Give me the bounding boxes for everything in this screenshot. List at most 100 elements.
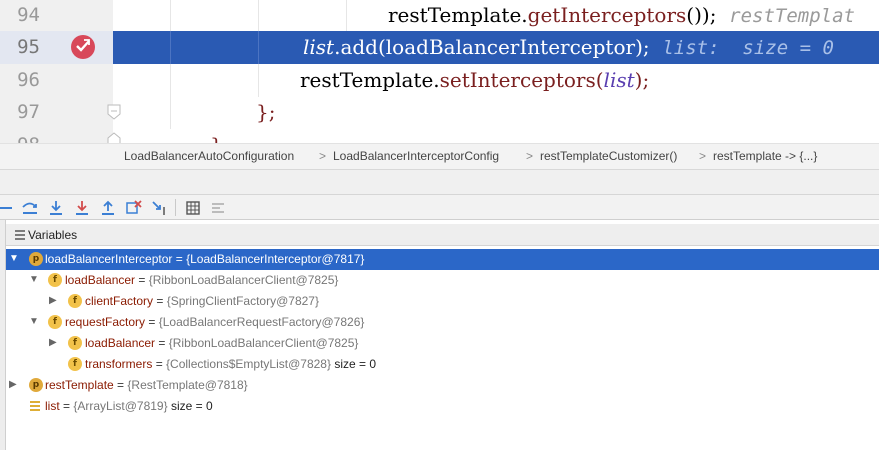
- code-editor[interactable]: 94 restTemplate.getInterceptors()); rest…: [0, 0, 879, 143]
- breadcrumb-separator: >: [526, 149, 534, 163]
- evaluate-expression-icon[interactable]: [183, 198, 203, 218]
- property-badge-icon: p: [29, 378, 43, 392]
- step-out-icon[interactable]: [98, 198, 118, 218]
- code-line-98[interactable]: 98 }: [0, 129, 879, 143]
- gutter[interactable]: 94: [0, 0, 113, 32]
- inline-value-hint: list: size = 0: [662, 37, 834, 59]
- breadcrumb: LoadBalancerAutoConfiguration > LoadBala…: [0, 143, 879, 170]
- code-method: setInterceptors: [439, 68, 596, 92]
- line-number: 98: [0, 129, 40, 143]
- gutter[interactable]: 98: [0, 129, 121, 143]
- step-into-icon[interactable]: [46, 198, 66, 218]
- variable-name: clientFactory: [85, 294, 154, 308]
- chevron-down-icon[interactable]: ▼: [29, 274, 39, 286]
- variable-text: list = {ArrayList@7819} size = 0: [45, 399, 213, 413]
- variables-title: Variables: [28, 228, 78, 242]
- code-text[interactable]: list.add(loadBalancerInterceptor); list:…: [303, 31, 834, 64]
- code-punct: (: [595, 68, 604, 92]
- run-to-cursor-icon[interactable]: [150, 198, 170, 218]
- field-badge-icon: f: [48, 273, 62, 287]
- breadcrumb-item[interactable]: restTemplateCustomizer(): [540, 149, 677, 163]
- variable-size: size = 0: [331, 357, 377, 371]
- field-badge-icon: f: [68, 294, 82, 308]
- code-text[interactable]: }: [210, 129, 223, 143]
- code-punct: };: [256, 100, 276, 124]
- breakpoint-icon[interactable]: [71, 35, 95, 59]
- variable-equals: =: [152, 357, 167, 371]
- code-punct: );: [634, 68, 650, 92]
- breadcrumb-item[interactable]: restTemplate -> {...}: [713, 149, 817, 163]
- code-punct: ());: [686, 3, 717, 27]
- field-badge-icon: f: [68, 336, 82, 350]
- code-line-97[interactable]: 97 };: [0, 96, 879, 129]
- code-text[interactable]: restTemplate.setInterceptors(list);: [300, 64, 649, 97]
- force-step-into-icon[interactable]: [72, 198, 92, 218]
- code-call: add(loadBalancerInterceptor);: [340, 35, 650, 59]
- step-over-icon[interactable]: [20, 198, 40, 218]
- variable-text: loadBalancer = {RibbonLoadBalancerClient…: [65, 273, 338, 287]
- tree-row[interactable]: ▼ f loadBalancer = {RibbonLoadBalancerCl…: [6, 270, 879, 291]
- show-execution-point-icon[interactable]: [0, 198, 16, 218]
- variable-name: restTemplate: [45, 378, 114, 392]
- code-method: getInterceptors: [527, 3, 687, 27]
- tree-row[interactable]: ▼ f requestFactory = {LoadBalancerReques…: [6, 312, 879, 333]
- code-punct: }: [210, 133, 223, 143]
- gutter[interactable]: 95: [0, 31, 113, 64]
- chevron-right-icon[interactable]: ▶: [49, 337, 59, 349]
- tree-row[interactable]: ▶ f loadBalancer = {RibbonLoadBalancerCl…: [6, 333, 879, 354]
- variable-equals: =: [172, 252, 187, 266]
- drop-frame-icon[interactable]: [124, 198, 144, 218]
- variable-text: loadBalancer = {RibbonLoadBalancerClient…: [85, 336, 358, 350]
- line-number: 94: [17, 4, 40, 26]
- variable-text: clientFactory = {SpringClientFactory@782…: [85, 294, 319, 308]
- field-badge-icon: f: [68, 357, 82, 371]
- code-variable: list: [303, 35, 335, 59]
- variable-text: transformers = {Collections$EmptyList@78…: [85, 357, 376, 371]
- tree-row[interactable]: ▼ p loadBalancerInterceptor = {LoadBalan…: [6, 249, 879, 270]
- line-number: 96: [17, 69, 40, 91]
- debug-toolbar: [0, 194, 879, 220]
- chevron-down-icon[interactable]: ▼: [29, 316, 39, 328]
- code-line-95-current[interactable]: 95 list.add(loadBalancerInterceptor); li…: [0, 31, 879, 64]
- trace-icon[interactable]: [208, 198, 228, 218]
- tree-row[interactable]: f transformers = {Collections$EmptyList@…: [6, 354, 879, 375]
- code-line-94[interactable]: 94 restTemplate.getInterceptors()); rest…: [0, 0, 879, 32]
- variable-name: requestFactory: [65, 315, 146, 329]
- variable-equals: =: [145, 315, 159, 329]
- gutter[interactable]: 97: [0, 96, 121, 129]
- toolbar-separator: [175, 199, 176, 216]
- code-text[interactable]: restTemplate.getInterceptors()); restTem…: [388, 0, 855, 32]
- code-identifier: restTemplate: [388, 3, 522, 27]
- tree-row[interactable]: ▶ f clientFactory = {SpringClientFactory…: [6, 291, 879, 312]
- code-line-96[interactable]: 96 restTemplate.setInterceptors(list);: [0, 64, 879, 97]
- variable-text: restTemplate = {RestTemplate@7818}: [45, 378, 248, 392]
- property-badge-icon: p: [29, 252, 43, 266]
- chevron-right-icon[interactable]: ▶: [9, 379, 19, 391]
- variable-name: list: [45, 399, 60, 413]
- tree-row[interactable]: list = {ArrayList@7819} size = 0: [6, 396, 879, 417]
- line-number: 97: [17, 101, 40, 123]
- variable-text: loadBalancerInterceptor = {LoadBalancerI…: [45, 252, 364, 266]
- variable-value: {ArrayList@7819}: [73, 399, 168, 413]
- variable-equals: =: [59, 399, 74, 413]
- list-variable-icon: [30, 401, 40, 411]
- code-text[interactable]: };: [256, 96, 275, 129]
- variable-equals: =: [153, 294, 167, 308]
- field-badge-icon: f: [48, 315, 62, 329]
- gutter[interactable]: 96: [0, 64, 113, 97]
- variable-name: loadBalancer: [85, 336, 156, 350]
- panel-divider: [0, 170, 879, 194]
- variable-value: {RibbonLoadBalancerClient@7825}: [168, 336, 359, 350]
- breadcrumb-item[interactable]: LoadBalancerAutoConfiguration: [124, 149, 294, 163]
- chevron-right-icon[interactable]: ▶: [49, 295, 59, 307]
- breadcrumb-item[interactable]: LoadBalancerInterceptorConfig: [333, 149, 499, 163]
- tree-row[interactable]: ▶ p restTemplate = {RestTemplate@7818}: [6, 375, 879, 396]
- variable-equals: =: [113, 378, 128, 392]
- chevron-down-icon[interactable]: ▼: [9, 253, 19, 265]
- list-icon: [15, 230, 25, 240]
- line-number: 95: [17, 36, 40, 58]
- breadcrumb-separator: >: [319, 149, 327, 163]
- variable-name: loadBalancerInterceptor: [45, 252, 173, 266]
- variable-name: loadBalancer: [65, 273, 136, 287]
- variable-equals: =: [155, 336, 169, 350]
